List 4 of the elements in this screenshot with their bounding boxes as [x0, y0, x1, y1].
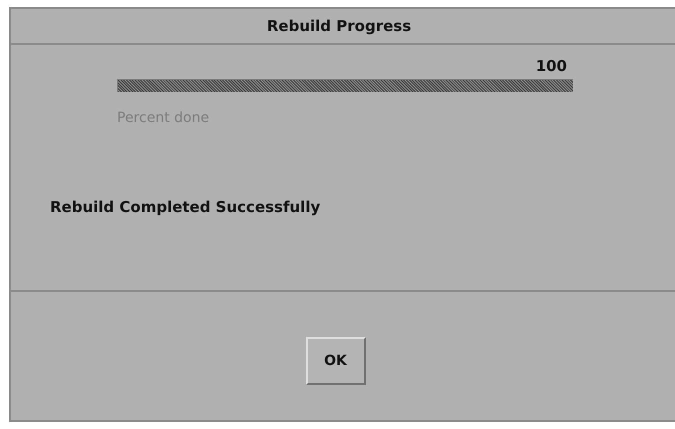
ok-button[interactable]: OK — [306, 337, 366, 385]
progress-reading: 100 — [536, 57, 567, 75]
status-message: Rebuild Completed Successfully — [50, 198, 320, 216]
window-title: Rebuild Progress — [266, 17, 412, 35]
